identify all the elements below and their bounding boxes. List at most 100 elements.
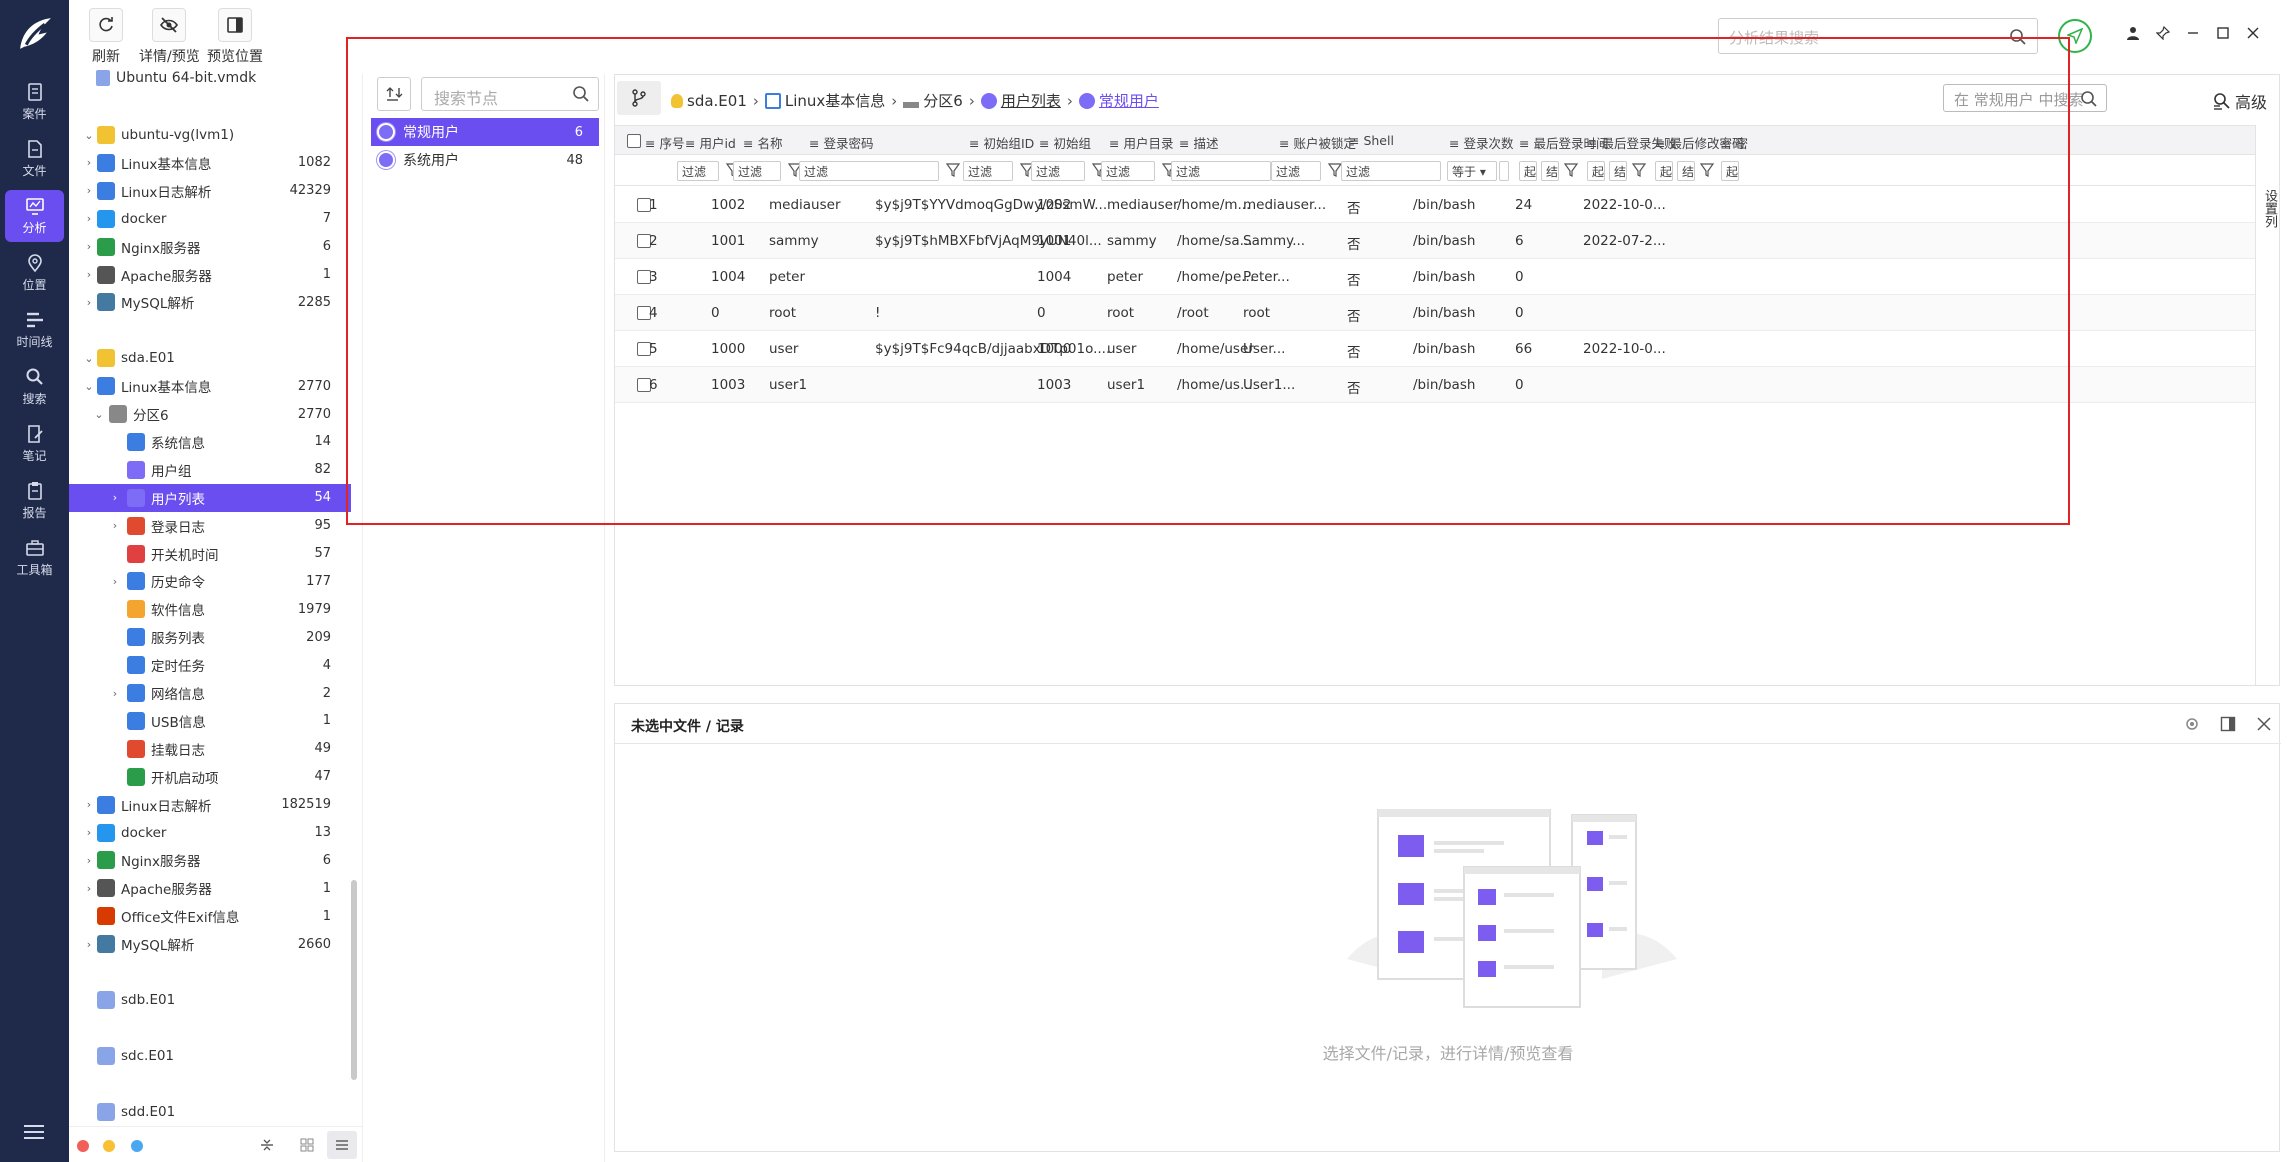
tree-item[interactable]: 服务列表 209: [69, 623, 351, 651]
chevron-right-icon[interactable]: ›: [83, 184, 95, 197]
chevron-down-icon[interactable]: ⌄: [93, 408, 105, 421]
menu-icon[interactable]: [24, 1124, 44, 1140]
preview-layout-icon[interactable]: [2219, 715, 2237, 733]
chevron-right-icon[interactable]: ›: [83, 240, 95, 253]
chevron-right-icon[interactable]: ›: [83, 156, 95, 169]
chevron-right-icon[interactable]: ›: [83, 268, 95, 281]
nav-item-notes[interactable]: 笔记: [5, 418, 64, 470]
range-end-input[interactable]: 结: [1609, 161, 1627, 181]
tree-item[interactable]: sdc.E01: [69, 1042, 351, 1070]
nav-item-location[interactable]: 位置: [5, 247, 64, 299]
filter-input[interactable]: 过滤: [1271, 161, 1321, 181]
tree-scrollbar[interactable]: [351, 880, 357, 1080]
chevron-right-icon[interactable]: ›: [109, 519, 121, 532]
chevron-right-icon[interactable]: ›: [83, 296, 95, 309]
table-row[interactable]: 1 1002 mediauser $y$j9T$YYVdmoqGgDwy/zSsmW.…: [615, 187, 2255, 223]
chevron-down-icon[interactable]: ⌄: [83, 129, 95, 142]
filter-input[interactable]: 过滤: [677, 161, 719, 181]
table-row[interactable]: 5 1000 user $y$j9T$Fc94qcB/djjaabxDTp01o...…: [615, 331, 2255, 367]
column-header[interactable]: ≡ 账户被锁定: [1279, 133, 1356, 152]
pin-icon[interactable]: [2153, 23, 2173, 43]
filter-input[interactable]: 过滤: [1101, 161, 1155, 181]
tree-item[interactable]: ⌄ ubuntu-vg(lvm1): [69, 121, 351, 149]
filter-icon[interactable]: [1563, 161, 1579, 179]
nav-item-case[interactable]: 案件: [5, 76, 64, 128]
tree-item[interactable]: 软件信息 1979: [69, 595, 351, 623]
range-end-input[interactable]: 结: [1677, 161, 1695, 181]
equals-select[interactable]: 等于 ▾: [1447, 161, 1497, 181]
filter-input[interactable]: 过滤: [799, 161, 939, 181]
breadcrumb-item-sda[interactable]: sda.E01: [687, 92, 747, 110]
preview-position-button[interactable]: 预览位置: [207, 8, 263, 66]
filter-input[interactable]: 过滤: [963, 161, 1013, 181]
chevron-right-icon[interactable]: ›: [109, 575, 121, 588]
nav-item-analysis[interactable]: 分析: [5, 190, 64, 242]
breadcrumb-item-linux-info[interactable]: Linux基本信息: [785, 90, 885, 111]
send-button[interactable]: [2058, 19, 2092, 53]
node-search-input[interactable]: 搜索节点: [421, 77, 599, 111]
nav-item-toolbox[interactable]: 工具箱: [5, 532, 64, 584]
chevron-right-icon[interactable]: ›: [83, 798, 95, 811]
filter-icon[interactable]: [945, 161, 961, 179]
sort-button[interactable]: [377, 77, 411, 111]
tree-item[interactable]: › 用户列表 54: [69, 483, 351, 512]
column-header[interactable]: ≡ 初始组ID: [969, 133, 1034, 152]
tree-item[interactable]: USB信息 1: [69, 707, 351, 735]
chevron-right-icon[interactable]: ›: [83, 212, 95, 225]
node-item[interactable]: 系统用户 48: [371, 146, 599, 174]
filter-input[interactable]: 过滤: [1171, 161, 1271, 181]
column-header[interactable]: ≡ 登录次数: [1449, 133, 1513, 152]
tree-item[interactable]: › docker 7: [69, 205, 351, 233]
nav-item-file[interactable]: 文件: [5, 133, 64, 185]
column-header[interactable]: ≡ 名称: [743, 133, 782, 152]
range-start-input[interactable]: 起: [1721, 161, 1739, 181]
minimize-icon[interactable]: [2183, 23, 2203, 43]
tree-item[interactable]: 开机启动项 47: [69, 763, 351, 791]
breadcrumb-item-partition[interactable]: 分区6: [923, 90, 963, 111]
tree-item[interactable]: 系统信息 14: [69, 428, 351, 456]
nav-item-report[interactable]: 报告: [5, 475, 64, 527]
filter-input[interactable]: 过滤: [1031, 161, 1085, 181]
search-icon[interactable]: [2009, 28, 2027, 46]
table-row[interactable]: 2 1001 sammy $y$j9T$hMBXFbfVjAqM9yUN40l... 1…: [615, 223, 2255, 259]
chevron-right-icon[interactable]: ›: [83, 882, 95, 895]
tree-item[interactable]: › Linux日志解析 182519: [69, 791, 351, 819]
tree-item[interactable]: › Linux日志解析 42329: [69, 177, 351, 205]
tree-item[interactable]: › 历史命令 177: [69, 567, 351, 595]
tree-item[interactable]: 开关机时间 57: [69, 540, 351, 568]
equals-value-input[interactable]: [1499, 161, 1509, 181]
chevron-right-icon[interactable]: ›: [83, 826, 95, 839]
tree-item[interactable]: › Apache服务器 1: [69, 261, 351, 289]
tree-item[interactable]: › 网络信息 2: [69, 679, 351, 707]
tree-item[interactable]: 定时任务 4: [69, 651, 351, 679]
advanced-search-button[interactable]: 高级: [2213, 89, 2267, 113]
preview-close-icon[interactable]: [2255, 715, 2273, 733]
chevron-down-icon[interactable]: ⌄: [83, 352, 95, 365]
nav-item-timeline[interactable]: 时间线: [5, 304, 64, 356]
table-row[interactable]: 6 1003 user1 1003 user1/home/us... User1... 否 /…: [615, 367, 2255, 403]
filter-input[interactable]: 过滤: [733, 161, 781, 181]
column-header[interactable]: ≡ Shell: [1349, 133, 1394, 148]
table-row[interactable]: 3 1004 peter 1004 peter/home/pe... Peter... 否 /…: [615, 259, 2255, 295]
grid-view-icon[interactable]: [299, 1137, 315, 1153]
branch-button[interactable]: [617, 81, 661, 115]
breadcrumb-item-regular-user[interactable]: 常规用户: [1099, 90, 1159, 111]
tree-item[interactable]: ⌄ 分区6 2770: [69, 400, 351, 428]
yellow-dot-icon[interactable]: [103, 1140, 115, 1152]
tree-item[interactable]: sdb.E01: [69, 986, 351, 1014]
collapse-icon[interactable]: [259, 1137, 275, 1153]
tree-item[interactable]: › 登录日志 95: [69, 512, 351, 540]
column-header[interactable]: ≡ 密: [1721, 133, 1748, 152]
tree-item[interactable]: sdd.E01: [69, 1098, 351, 1126]
chevron-right-icon[interactable]: ›: [83, 854, 95, 867]
preview-settings-icon[interactable]: [2183, 715, 2201, 733]
select-all-checkbox[interactable]: [627, 134, 641, 148]
column-header[interactable]: ≡ 初始组: [1039, 133, 1091, 152]
filter-icon[interactable]: [1699, 161, 1715, 179]
table-row[interactable]: 4 0 root! 0 root/root root 否/bin/bash 0: [615, 295, 2255, 331]
node-item[interactable]: 常规用户 6: [371, 118, 599, 146]
maximize-icon[interactable]: [2213, 23, 2233, 43]
refresh-button[interactable]: 刷新: [89, 8, 123, 66]
user-icon[interactable]: [2123, 23, 2143, 43]
red-dot-icon[interactable]: [77, 1140, 89, 1152]
